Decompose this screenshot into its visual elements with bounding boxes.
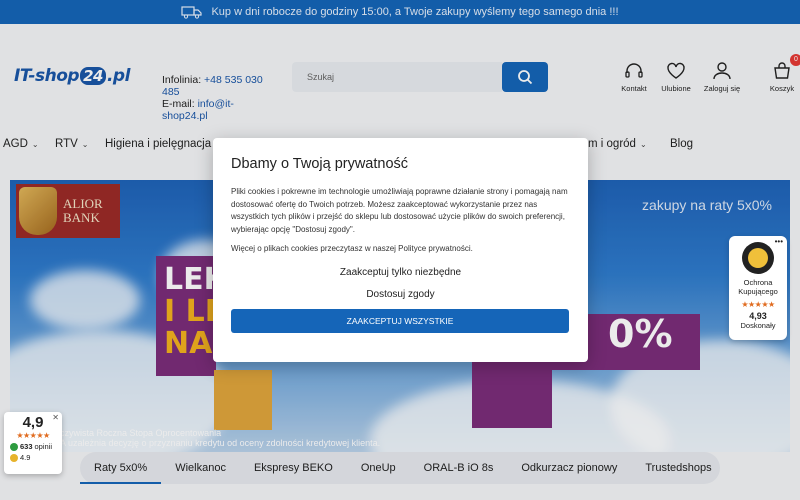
google-score: 4.9 xyxy=(20,453,31,462)
trusted-seal-icon xyxy=(742,242,774,274)
badge-label: Doskonały xyxy=(740,321,776,330)
star-rating-icon: ★★★★★ xyxy=(741,300,775,309)
privacy-policy-text: Więcej o plikach cookies przeczytasz w n… xyxy=(231,244,473,253)
modal-title: Dbamy o Twoją prywatność xyxy=(231,156,409,172)
reviews-widget[interactable]: ✕ 4,9 ★★★★★ 633 opinii 4.9 xyxy=(4,412,62,474)
check-icon xyxy=(10,442,18,451)
badge-line1: Ochrona xyxy=(743,278,773,287)
customize-consents-button[interactable]: Dostosuj zgody xyxy=(231,289,570,300)
trusted-shops-badge[interactable]: ••• Ochrona Kupującego ★★★★★ 4,93 Doskon… xyxy=(729,236,787,340)
modal-body-text: Pliki cookies i pokrewne im technologie … xyxy=(231,187,568,234)
accept-necessary-button[interactable]: Zaakceptuj tylko niezbędne xyxy=(231,267,570,278)
more-options-icon[interactable]: ••• xyxy=(775,237,783,246)
google-icon xyxy=(10,453,18,462)
close-icon[interactable]: ✕ xyxy=(52,413,59,422)
badge-line2: Kupującego xyxy=(738,287,778,296)
review-count: 633 xyxy=(20,442,33,451)
review-count-label: opinii xyxy=(34,442,53,451)
badge-score: 4,93 xyxy=(749,311,767,321)
star-rating-icon: ★★★★★ xyxy=(16,431,50,440)
accept-all-button[interactable]: ZAAKCEPTUJ WSZYSTKIE xyxy=(231,309,569,333)
cookie-consent-modal: Dbamy o Twoją prywatność Pliki cookies i… xyxy=(213,138,588,362)
